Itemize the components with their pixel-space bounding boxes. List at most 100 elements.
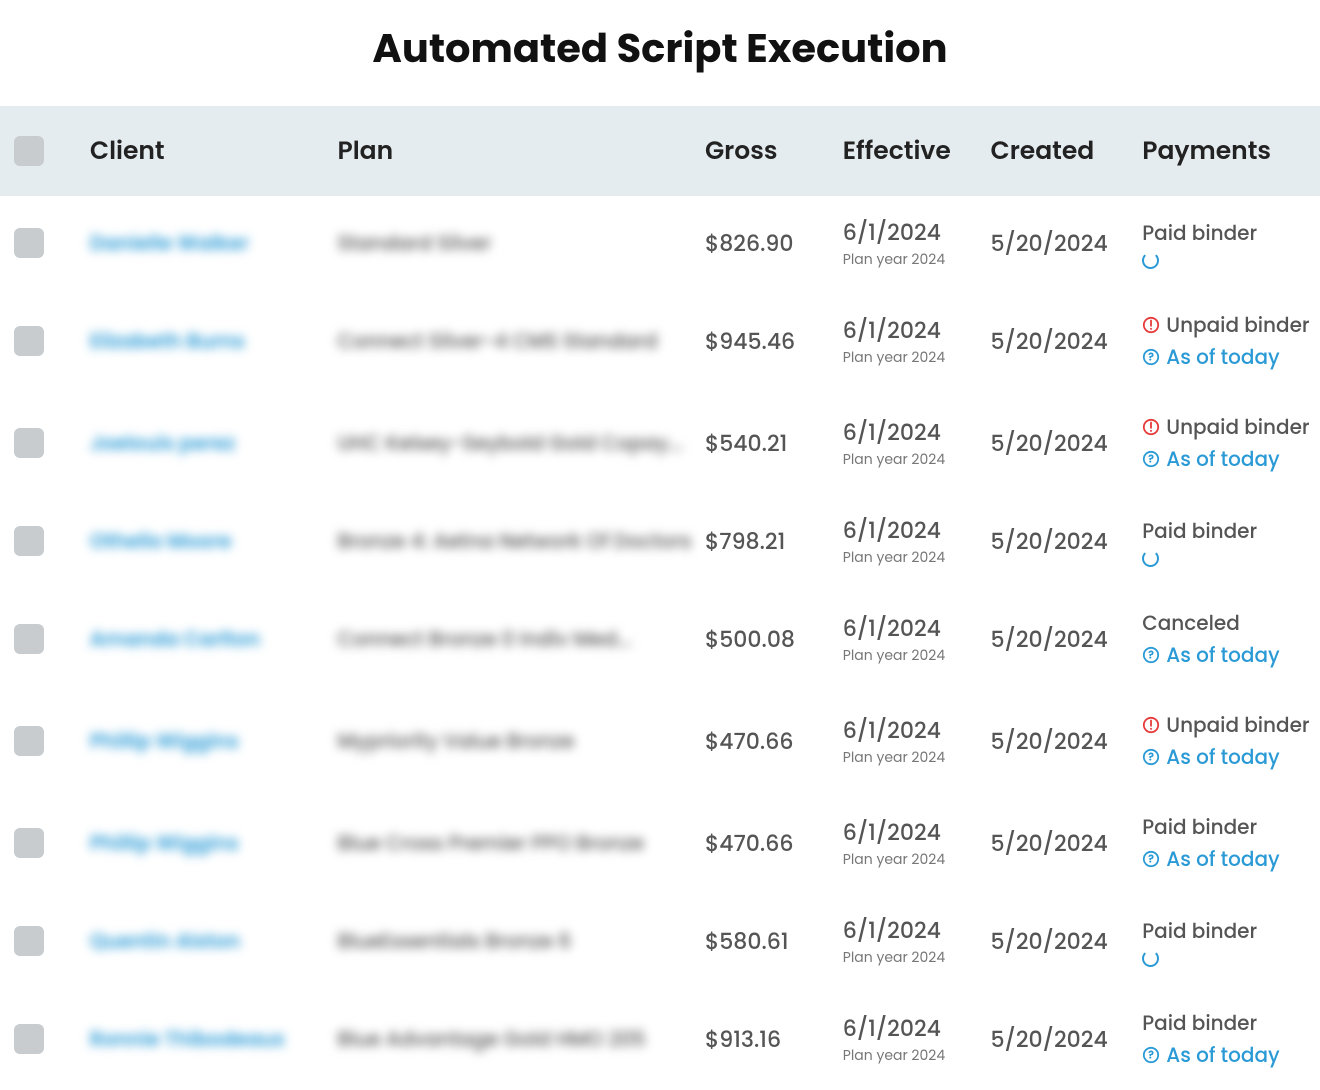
created-date: 5/20/2024 [991,726,1108,757]
plan-name: Connect Bronze 0 Indiv Med... [338,625,632,653]
row-checkbox[interactable] [14,726,44,756]
client-name-link[interactable]: Phillip Wiggins [90,829,239,857]
effective-date: 6/1/2024 [843,1012,991,1045]
help-circle-icon: ? [1142,850,1160,868]
as-of-today-text: As of today [1166,1040,1279,1070]
client-name-link[interactable]: Joelouis perez [90,429,235,457]
as-of-today-text: As of today [1166,640,1279,670]
payment-status-text: Paid binder [1142,1008,1257,1038]
plan-year-label: Plan year 2024 [843,947,991,968]
payment-status: Paid binder [1142,812,1320,842]
created-date: 5/20/2024 [991,428,1108,459]
payment-status-text: Paid binder [1142,516,1257,546]
table-row: Ronnie ThibodeauxBlue Advantage Gold HMO… [0,988,1320,1090]
plan-name: Connect Silver-4 CMS Standard [338,327,658,355]
select-all-checkbox[interactable] [14,136,44,166]
created-date: 5/20/2024 [991,624,1108,655]
plan-year-label: Plan year 2024 [843,547,991,568]
payment-status: Paid binder [1142,916,1320,946]
payment-status-text: Canceled [1142,608,1240,638]
as-of-today-text: As of today [1166,444,1279,474]
as-of-today-link[interactable]: ? As of today [1142,640,1320,670]
help-circle-icon: ? [1142,748,1160,766]
gross-amount: $913.16 [705,1024,781,1055]
row-checkbox[interactable] [14,828,44,858]
as-of-today-text: As of today [1166,342,1279,372]
payment-status-text: Paid binder [1142,812,1257,842]
svg-text:?: ? [1148,452,1154,467]
created-date: 5/20/2024 [991,1024,1108,1055]
table-header-row: Client Plan Gross Effective Created Paym… [0,106,1320,196]
table-row: Elizabeth Burns Connect Silver-4 CMS Stan… [0,290,1320,392]
as-of-today-link[interactable]: ? As of today [1142,844,1320,874]
table-row: Phillip WigginsBlue Cross Premier PPO Br… [0,792,1320,894]
col-header-plan[interactable]: Plan [338,132,705,170]
page-title: Automated Script Execution [0,0,1320,106]
created-date: 5/20/2024 [991,926,1108,957]
table-row: Quentin Alston BlueEssentials Bronze 6 $58… [0,894,1320,988]
client-table: Client Plan Gross Effective Created Paym… [0,106,1320,1090]
effective-date: 6/1/2024 [843,816,991,849]
payment-status: Paid binder [1142,218,1320,248]
payment-status-text: Paid binder [1142,218,1257,248]
created-date: 5/20/2024 [991,326,1108,357]
client-name-link[interactable]: Ronnie Thibodeaux [90,1025,285,1053]
help-circle-icon: ? [1142,646,1160,664]
row-checkbox[interactable] [14,926,44,956]
col-header-client[interactable]: Client [90,132,338,170]
col-header-payments[interactable]: Payments [1142,132,1320,170]
loading-spinner-icon [1142,550,1159,567]
gross-amount: $470.66 [705,726,794,757]
created-date: 5/20/2024 [991,228,1108,259]
plan-name: Bronze 4: Aetna Network Of Doctors [338,527,692,555]
client-name-link[interactable]: Othello Moore [90,527,232,555]
row-checkbox[interactable] [14,228,44,258]
as-of-today-link[interactable]: ? As of today [1142,444,1320,474]
plan-year-label: Plan year 2024 [843,747,991,768]
alert-circle-icon [1142,716,1160,734]
as-of-today-text: As of today [1166,844,1279,874]
plan-year-label: Plan year 2024 [843,249,991,270]
gross-amount: $540.21 [705,428,787,459]
row-checkbox[interactable] [14,326,44,356]
client-name-link[interactable]: Danielle Walker [90,229,249,257]
row-checkbox[interactable] [14,526,44,556]
row-checkbox[interactable] [14,624,44,654]
client-name-link[interactable]: Amanda Carlton [90,625,260,653]
table-row: Othello Moore Bronze 4: Aetna Network Of … [0,494,1320,588]
created-date: 5/20/2024 [991,828,1108,859]
plan-name: BlueEssentials Bronze 6 [338,927,572,955]
payment-status: Paid binder [1142,516,1320,546]
effective-date: 6/1/2024 [843,314,991,347]
client-name-link[interactable]: Elizabeth Burns [90,327,245,355]
table-row: Joelouis perez UHC Kelsey-Seybold Gold Co… [0,392,1320,494]
col-header-created[interactable]: Created [991,132,1143,170]
plan-name: UHC Kelsey-Seybold Gold Copay... [338,429,683,457]
payment-status: Unpaid binder [1142,310,1320,340]
svg-text:?: ? [1148,1048,1154,1063]
col-header-gross[interactable]: Gross [705,132,843,170]
as-of-today-link[interactable]: ? As of today [1142,742,1320,772]
payment-status: Canceled [1142,608,1320,638]
alert-circle-icon [1142,418,1160,436]
col-header-effective[interactable]: Effective [843,132,991,170]
loading-spinner-icon [1142,252,1159,269]
effective-date: 6/1/2024 [843,514,991,547]
plan-year-label: Plan year 2024 [843,449,991,470]
plan-year-label: Plan year 2024 [843,645,991,666]
as-of-today-link[interactable]: ? As of today [1142,1040,1320,1070]
effective-date: 6/1/2024 [843,416,991,449]
as-of-today-link[interactable]: ?As of today [1142,342,1320,372]
row-checkbox[interactable] [14,1024,44,1054]
client-name-link[interactable]: Quentin Alston [90,927,240,955]
table-row: Phillip WigginsMypriority Value Bronze$4… [0,690,1320,792]
alert-circle-icon [1142,316,1160,334]
svg-text:?: ? [1148,648,1154,663]
gross-amount: $580.61 [705,926,789,957]
payment-status-text: Unpaid binder [1166,412,1309,442]
row-checkbox[interactable] [14,428,44,458]
client-name-link[interactable]: Phillip Wiggins [90,727,239,755]
gross-amount: $500.08 [705,624,795,655]
as-of-today-text: As of today [1166,742,1279,772]
help-circle-icon: ? [1142,450,1160,468]
